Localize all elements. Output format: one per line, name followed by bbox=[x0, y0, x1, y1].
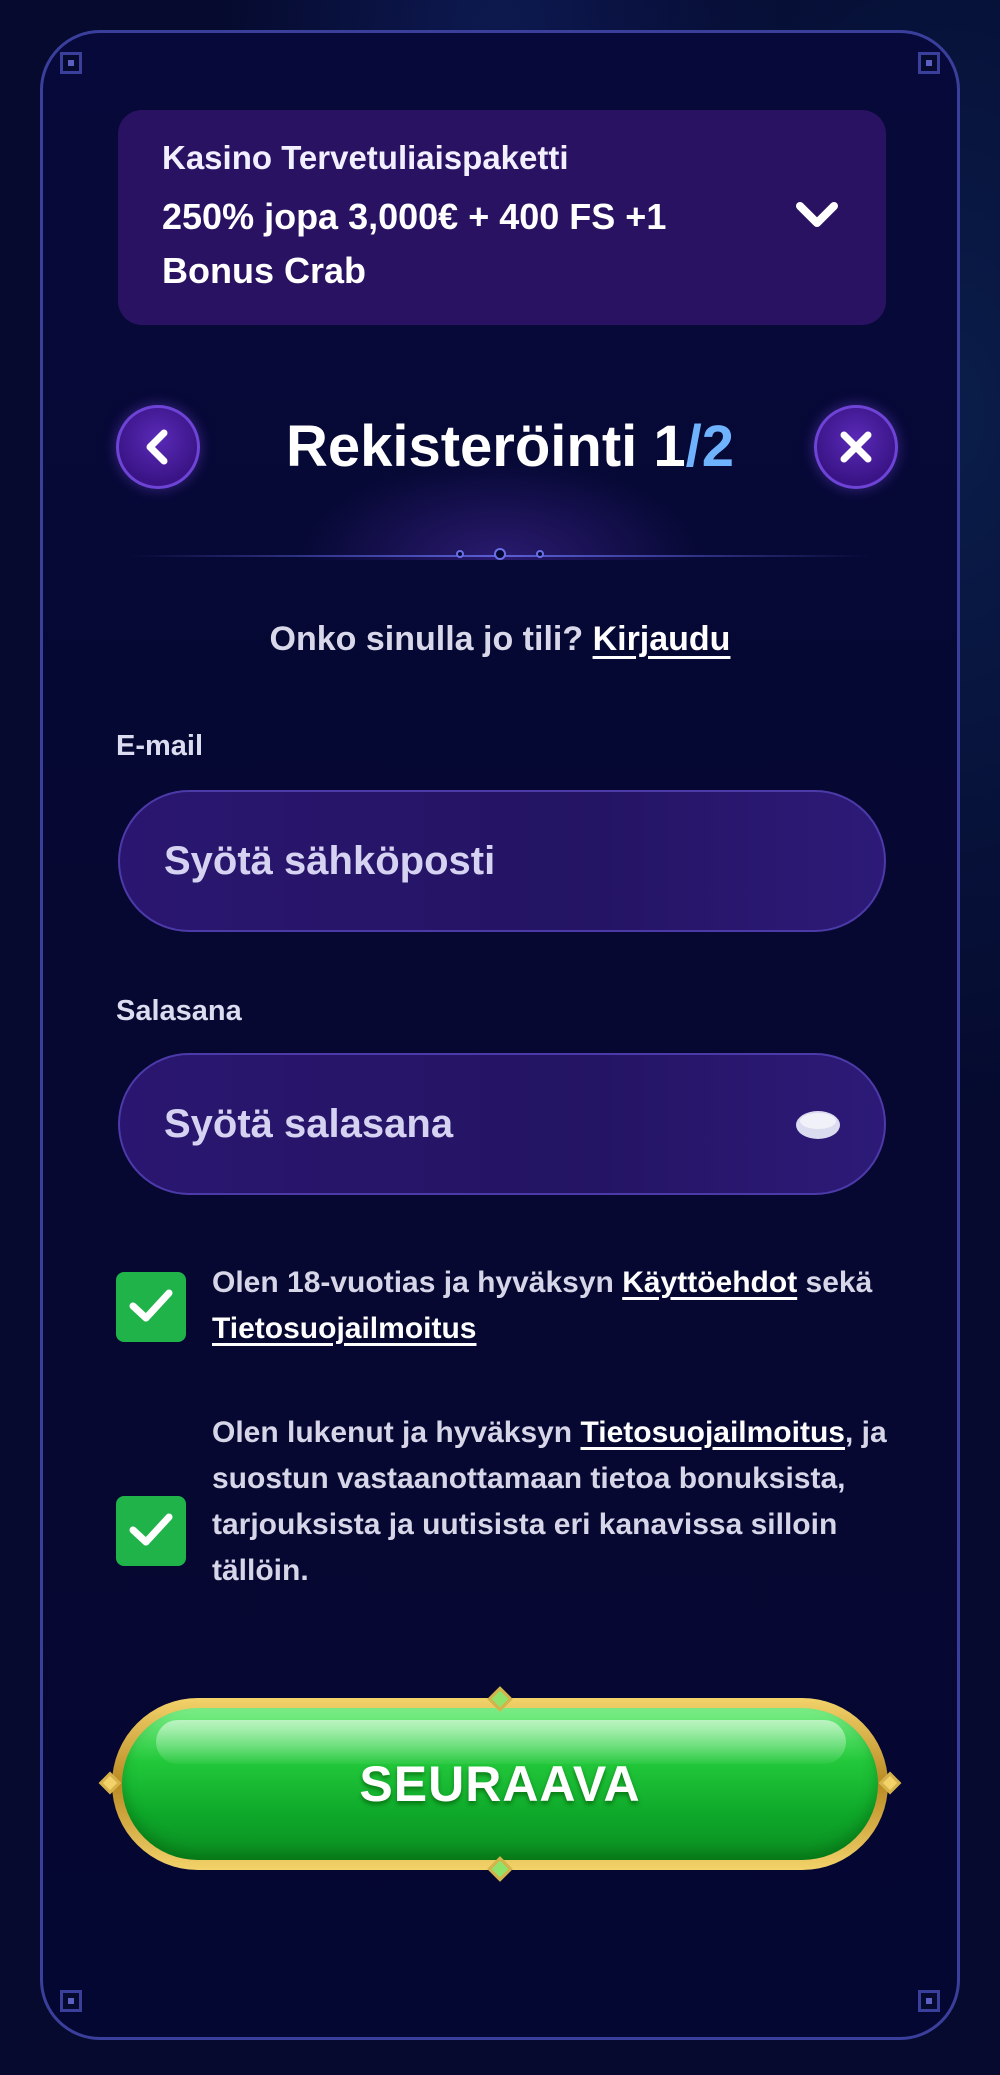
terms-checkbox[interactable] bbox=[116, 1272, 186, 1342]
email-input[interactable] bbox=[118, 790, 886, 932]
email-label: E-mail bbox=[116, 730, 204, 762]
back-button[interactable] bbox=[116, 405, 200, 489]
privacy-link[interactable]: Tietosuojailmoitus bbox=[212, 1312, 476, 1345]
checkmark-icon bbox=[129, 1289, 173, 1322]
page-title: Rekisteröinti 1/2 bbox=[240, 411, 780, 483]
divider-dot bbox=[536, 550, 544, 558]
terms-text-middle: sekä bbox=[805, 1266, 873, 1299]
title-text: Rekisteröinti bbox=[285, 414, 638, 479]
marketing-consent-text: Olen lukenut ja hyväksyn Tietosuojailmoi… bbox=[212, 1410, 902, 1594]
password-label: Salasana bbox=[116, 995, 242, 1027]
checkmark-icon bbox=[129, 1513, 173, 1546]
terms-link[interactable]: Käyttöehdot bbox=[622, 1266, 797, 1299]
corner-ornament bbox=[918, 52, 940, 74]
eye-icon[interactable] bbox=[794, 1108, 842, 1142]
corner-ornament bbox=[60, 1990, 82, 2012]
chevron-down-icon[interactable] bbox=[794, 192, 840, 238]
login-link[interactable]: Kirjaudu bbox=[593, 620, 731, 658]
close-button[interactable] bbox=[814, 405, 898, 489]
step-total: 2 bbox=[701, 414, 735, 479]
marketing-checkbox[interactable] bbox=[116, 1496, 186, 1566]
corner-ornament bbox=[60, 52, 82, 74]
marketing-text-before: Olen lukenut ja hyväksyn bbox=[212, 1416, 573, 1449]
next-button-frame: SEURAAVA bbox=[98, 1686, 902, 1882]
promo-title: Kasino Tervetuliaispaketti bbox=[162, 139, 569, 176]
terms-consent-text: Olen 18-vuotias ja hyväksyn Käyttöehdot … bbox=[212, 1260, 902, 1352]
step-current: 1 bbox=[653, 414, 686, 479]
header-divider bbox=[130, 548, 870, 560]
login-prompt: Onko sinulla jo tili? Kirjaudu bbox=[40, 620, 960, 659]
terms-text-before: Olen 18-vuotias ja hyväksyn bbox=[212, 1266, 614, 1299]
divider-dot bbox=[456, 550, 464, 558]
promo-offer: 250% jopa 3,000€ + 400 FS +1 Bonus Crab bbox=[162, 196, 667, 292]
next-button[interactable]: SEURAAVA bbox=[122, 1708, 878, 1860]
welcome-bonus-dropdown[interactable]: Kasino Tervetuliaispaketti 250% jopa 3,0… bbox=[118, 110, 886, 325]
chevron-left-icon bbox=[146, 429, 168, 465]
divider-dot bbox=[494, 548, 506, 560]
modal-header: Rekisteröinti 1/2 bbox=[116, 405, 900, 495]
privacy-link[interactable]: Tietosuojailmoitus bbox=[580, 1416, 844, 1449]
close-icon bbox=[840, 431, 872, 463]
corner-ornament bbox=[918, 1990, 940, 2012]
password-input[interactable] bbox=[118, 1053, 886, 1195]
login-prompt-text: Onko sinulla jo tili? bbox=[269, 620, 584, 658]
step-separator: / bbox=[685, 414, 702, 479]
